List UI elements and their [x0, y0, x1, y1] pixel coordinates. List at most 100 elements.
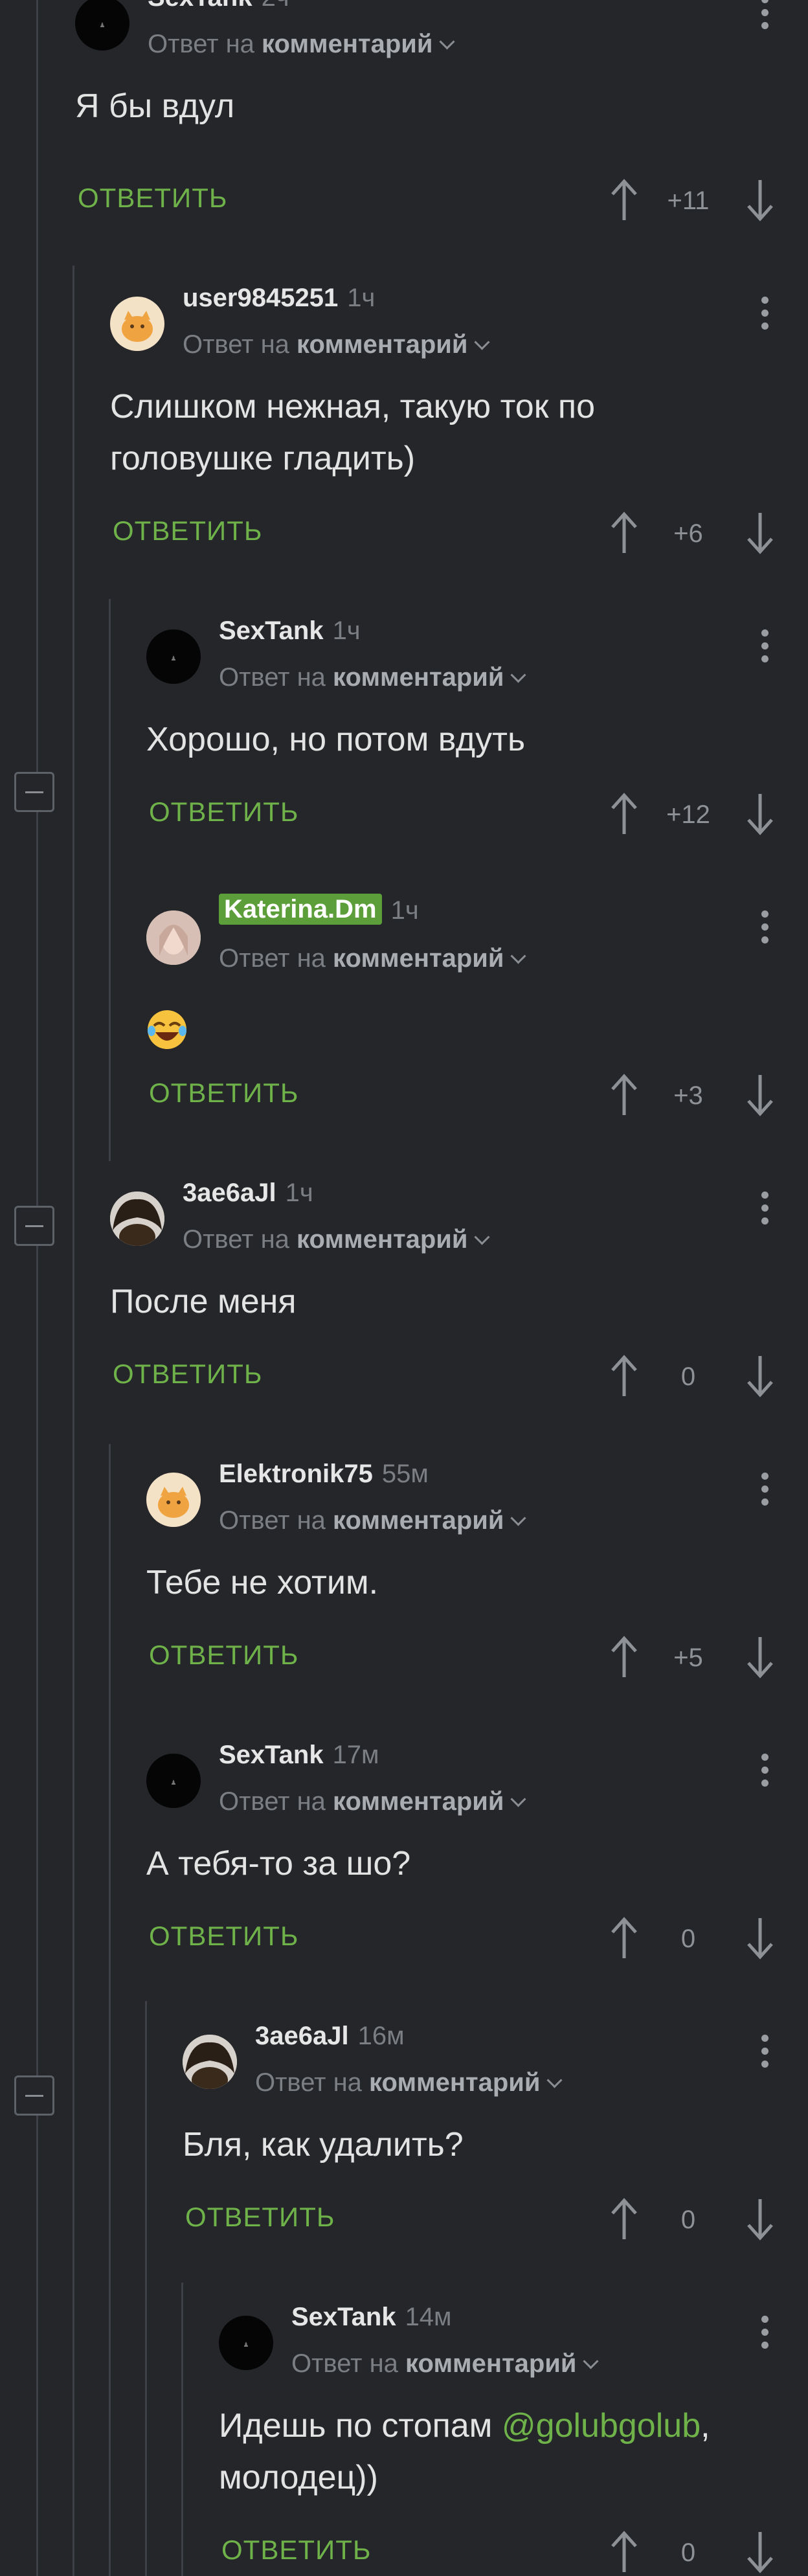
arrow-down-icon[interactable] [745, 1353, 776, 1399]
vote-score: 0 [680, 2538, 696, 2567]
arrow-down-icon[interactable] [745, 2197, 776, 2242]
comment: ♟ SexTank 1ч Ответ на комментарий Хорошо,… [146, 610, 808, 835]
more-icon[interactable] [761, 910, 769, 949]
more-icon[interactable] [761, 0, 769, 35]
comment-time: 17м [332, 1741, 379, 1769]
chevron-down-icon [510, 1510, 527, 1526]
svg-text:♟: ♟ [100, 22, 106, 29]
thread-line [36, 0, 38, 2576]
arrow-down-icon[interactable] [745, 177, 776, 223]
comment-text: Я бы вдул [75, 87, 235, 125]
arrow-down-icon[interactable] [745, 2529, 776, 2575]
avatar[interactable]: ♟ [146, 629, 201, 684]
more-icon[interactable] [761, 297, 769, 335]
arrow-up-icon[interactable] [609, 1072, 640, 1118]
comment: user9845251 1ч Ответ на комментарий Слишк… [110, 277, 808, 562]
arrow-up-icon[interactable] [609, 791, 640, 837]
vote-score: 0 [680, 2206, 696, 2234]
vote-score: 0 [680, 1362, 696, 1391]
reply-button[interactable]: ОТВЕТИТЬ [149, 797, 298, 828]
author-name[interactable]: SexTank 17м [219, 1741, 379, 1770]
avatar[interactable] [110, 297, 164, 351]
vote-controls: +3 [601, 1072, 776, 1118]
user-mention-link[interactable]: @golubgolub [502, 2407, 701, 2445]
comment-text: Бля, как удалить? [183, 2126, 464, 2164]
arrow-down-icon[interactable] [745, 1634, 776, 1680]
vote-score: +12 [666, 800, 710, 829]
arrow-up-icon[interactable] [609, 2197, 640, 2242]
arrow-up-icon[interactable] [609, 1634, 640, 1680]
reply-to[interactable]: Ответ на комментарий [148, 30, 456, 59]
avatar[interactable]: ♟ [75, 0, 129, 51]
arrow-up-icon[interactable] [609, 177, 640, 223]
comment: 3ae6aJl 16м Ответ на комментарий Бля, как… [183, 2015, 808, 2241]
comment-time: 1ч [347, 284, 376, 312]
collapse-thread-button[interactable] [14, 772, 54, 812]
reply-button[interactable]: ОТВЕТИТЬ [113, 515, 262, 547]
laughing-emoji [146, 1009, 188, 1050]
reply-button[interactable]: ОТВЕТИТЬ [149, 1640, 298, 1671]
author-name[interactable]: Elektronik75 55м [219, 1460, 429, 1489]
reply-to[interactable]: Ответ на комментарий [219, 944, 527, 973]
reply-to[interactable]: Ответ на комментарий [255, 2068, 563, 2097]
comment-time: 2ч [262, 0, 289, 12]
reply-to[interactable]: Ответ на комментарий [219, 663, 527, 692]
reply-to[interactable]: Ответ на комментарий [219, 1506, 527, 1535]
arrow-up-icon[interactable] [609, 1353, 640, 1399]
reply-button[interactable]: ОТВЕТИТЬ [185, 2202, 335, 2233]
more-icon[interactable] [761, 629, 769, 668]
avatar[interactable]: ♟ [219, 2316, 273, 2370]
thread-line [109, 1444, 111, 2576]
collapse-thread-button[interactable] [14, 1206, 54, 1246]
arrow-up-icon[interactable] [609, 1915, 640, 1961]
collapse-thread-button[interactable] [14, 2075, 54, 2116]
reply-button[interactable]: ОТВЕТИТЬ [149, 1078, 298, 1109]
comment-text: После меня [110, 1283, 297, 1320]
avatar[interactable] [146, 1473, 201, 1527]
reply-to[interactable]: Ответ на комментарий [219, 1787, 527, 1816]
avatar[interactable] [146, 910, 201, 965]
reply-button[interactable]: ОТВЕТИТЬ [221, 2535, 371, 2566]
avatar[interactable] [183, 2035, 237, 2089]
arrow-down-icon[interactable] [745, 791, 776, 837]
arrow-up-icon[interactable] [609, 510, 640, 556]
author-badge[interactable]: Katerina.Dm 1ч [219, 894, 419, 925]
author-name[interactable]: 3ae6aJl 16м [255, 2022, 405, 2051]
comment: Elektronik75 55м Ответ на комментарий Теб… [146, 1453, 808, 1678]
reply-button[interactable]: ОТВЕТИТЬ [149, 1921, 298, 1952]
author-name[interactable]: SexTank2ч [148, 0, 289, 12]
arrow-down-icon[interactable] [745, 510, 776, 556]
arrow-up-icon[interactable] [609, 2529, 640, 2575]
reply-to[interactable]: Ответ на комментарий [183, 1225, 491, 1254]
vote-controls: +11 [601, 177, 776, 223]
more-icon[interactable] [761, 1754, 769, 1792]
comment-time: 1ч [390, 896, 419, 925]
author-name[interactable]: 3ae6aJl 1ч [183, 1179, 313, 1208]
chevron-down-icon [510, 1791, 527, 1807]
vote-score: +11 [667, 186, 710, 215]
arrow-down-icon[interactable] [745, 1915, 776, 1961]
avatar[interactable]: ♟ [146, 1754, 201, 1808]
author-name[interactable]: Katerina.Dm [219, 894, 382, 925]
comment: Katerina.Dm 1ч Ответ на комментарий ОТВЕТ… [146, 891, 808, 1116]
svg-text:♟: ♟ [171, 1779, 177, 1787]
comment: 3ae6aJl 1ч Ответ на комментарий После мен… [110, 1172, 808, 1397]
more-icon[interactable] [761, 2035, 769, 2073]
author-name[interactable]: SexTank 1ч [219, 616, 361, 646]
reply-button[interactable]: ОТВЕТИТЬ [78, 183, 227, 214]
vote-controls: 0 [601, 2529, 776, 2575]
chevron-down-icon [546, 2072, 563, 2088]
reply-to[interactable]: Ответ на комментарий [291, 2349, 600, 2378]
reply-button[interactable]: ОТВЕТИТЬ [113, 1359, 262, 1390]
thread-line [145, 2001, 147, 2576]
author-name[interactable]: SexTank 14м [291, 2303, 452, 2332]
more-icon[interactable] [761, 2316, 769, 2355]
more-icon[interactable] [761, 1192, 769, 1230]
reply-to[interactable]: Ответ на комментарий [183, 330, 491, 359]
more-icon[interactable] [761, 1473, 769, 1511]
arrow-down-icon[interactable] [745, 1072, 776, 1118]
avatar[interactable] [110, 1192, 164, 1246]
thread-line [73, 266, 74, 2576]
vote-controls: 0 [601, 1353, 776, 1399]
author-name[interactable]: user9845251 1ч [183, 284, 375, 313]
